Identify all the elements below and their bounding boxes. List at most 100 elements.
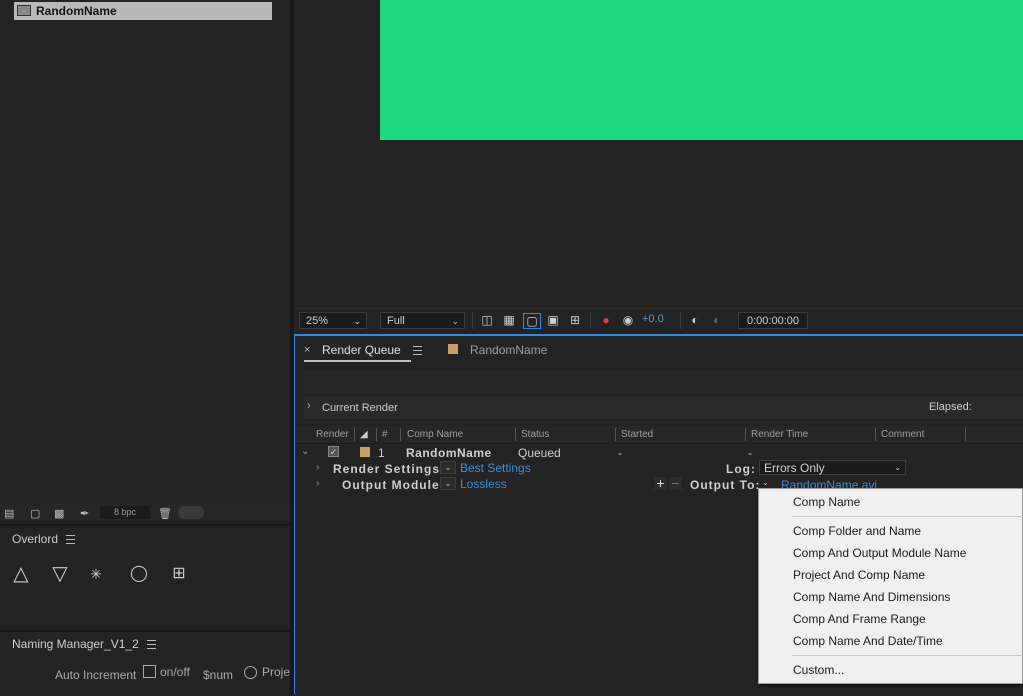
chevron-right-icon[interactable]: ›: [307, 400, 311, 412]
output-module-dropdown[interactable]: ⌄: [440, 477, 456, 490]
tab-composition[interactable]: RandomName: [470, 343, 547, 357]
render-settings-link[interactable]: Best Settings: [460, 461, 531, 475]
current-render-label: Current Render: [322, 402, 398, 414]
interpret-footage-icon[interactable]: ▤: [4, 507, 14, 520]
close-icon[interactable]: ×: [304, 344, 310, 356]
new-composition-icon[interactable]: ▩: [54, 507, 64, 520]
output-to-label: Output To:: [690, 478, 761, 492]
chevron-right-icon[interactable]: ›: [316, 478, 319, 489]
item-comp-name[interactable]: RandomName: [406, 446, 492, 460]
panel-menu-icon[interactable]: [412, 346, 422, 355]
elapsed-label: Elapsed:: [929, 401, 972, 413]
col-num[interactable]: #: [382, 429, 388, 440]
channel-icon[interactable]: ●: [598, 313, 614, 327]
column-divider[interactable]: [745, 428, 746, 441]
tab-render-queue[interactable]: Render Queue: [322, 343, 422, 357]
grid-guides-icon[interactable]: ⊞: [567, 313, 583, 327]
auto-increment-label: Auto Increment: [55, 668, 137, 682]
panel-menu-icon[interactable]: [66, 535, 76, 544]
mask-visibility-icon[interactable]: ▢: [523, 313, 541, 329]
column-divider[interactable]: [875, 428, 876, 441]
transparency-grid-icon[interactable]: ▦: [501, 313, 517, 327]
menu-item-comp-and-output-module-name[interactable]: Comp And Output Module Name: [793, 546, 966, 560]
menu-item-comp-and-frame-range[interactable]: Comp And Frame Range: [793, 612, 926, 626]
column-divider[interactable]: [376, 428, 377, 441]
project-panel: [0, 0, 290, 503]
col-started[interactable]: Started: [621, 429, 653, 440]
project-radio[interactable]: [244, 666, 257, 679]
chevron-down-icon[interactable]: ⌄: [301, 446, 309, 457]
overlord-title-text: Overlord: [12, 532, 59, 546]
push-down-icon[interactable]: ▽: [47, 562, 73, 586]
chevron-down-icon: ⌄: [894, 463, 901, 472]
column-divider[interactable]: [400, 428, 401, 441]
onoff-label: on/off: [160, 665, 190, 679]
project-item-row[interactable]: RandomName: [14, 2, 272, 20]
flowchart-toggle[interactable]: [178, 506, 204, 519]
resolution-select[interactable]: Full ⌄: [380, 312, 465, 329]
zoom-value: 25%: [306, 315, 329, 327]
add-output-module-button[interactable]: +: [654, 476, 667, 490]
pen-icon[interactable]: ✒: [80, 507, 89, 520]
menu-item-comp-name[interactable]: Comp Name: [793, 495, 860, 509]
show-snapshot-icon[interactable]: ◐: [709, 313, 725, 327]
output-module-link[interactable]: Lossless: [460, 477, 507, 491]
toolbar-divider: [590, 312, 591, 329]
naming-manager-title-text: Naming Manager_V1_2: [12, 637, 139, 651]
menu-item-comp-name-and-dimensions[interactable]: Comp Name And Dimensions: [793, 590, 950, 604]
menu-separator: [792, 655, 1023, 656]
render-settings-dropdown[interactable]: ⌄: [440, 461, 456, 474]
timecode-display[interactable]: 0:00:00:00: [738, 312, 808, 329]
exposure-value[interactable]: +0.0: [642, 313, 664, 325]
menu-item-custom[interactable]: Custom...: [793, 663, 844, 677]
composition-icon: [17, 5, 31, 16]
panel-menu-icon[interactable]: [146, 640, 156, 649]
menu-item-comp-name-and-date-time[interactable]: Comp Name And Date/Time: [793, 634, 943, 648]
output-to-dropdown[interactable]: ⌄: [762, 478, 769, 487]
col-render[interactable]: Render: [316, 429, 349, 440]
menu-separator: [792, 516, 1023, 517]
exposure-reset-icon[interactable]: ◉: [620, 313, 636, 327]
col-comp-name[interactable]: Comp Name: [407, 429, 463, 440]
shape-icon[interactable]: ◯: [126, 562, 152, 586]
add-layer-icon[interactable]: ⊞: [166, 562, 192, 586]
output-module-label: Output Module: [342, 478, 440, 492]
column-divider[interactable]: [354, 428, 355, 441]
snapshot-camera-icon[interactable]: ◐: [687, 313, 703, 327]
onoff-checkbox[interactable]: [143, 665, 156, 678]
remove-output-module-button[interactable]: −: [669, 476, 682, 490]
column-divider[interactable]: [515, 428, 516, 441]
item-render-time: -: [748, 446, 752, 460]
col-status[interactable]: Status: [521, 429, 549, 440]
chevron-down-icon: ⌄: [353, 316, 361, 326]
fast-preview-icon[interactable]: ◫: [479, 313, 495, 327]
active-tab-indicator: [304, 360, 411, 362]
toolbar-divider: [680, 312, 681, 329]
current-render-row[interactable]: [304, 397, 1023, 419]
resolution-value: Full: [387, 315, 405, 327]
composition-label-swatch: [448, 344, 458, 354]
item-number: 1: [378, 446, 385, 460]
column-divider[interactable]: [965, 428, 966, 441]
composition-canvas[interactable]: [380, 0, 1023, 140]
bit-depth-button[interactable]: 8 bpc: [100, 506, 150, 519]
column-divider[interactable]: [615, 428, 616, 441]
col-render-time[interactable]: Render Time: [751, 429, 808, 440]
explode-icon[interactable]: ✳: [83, 562, 109, 586]
naming-manager-title: Naming Manager_V1_2: [12, 637, 156, 651]
item-label-swatch[interactable]: [360, 447, 370, 457]
push-up-icon[interactable]: △: [8, 562, 34, 586]
item-started: -: [618, 446, 622, 460]
menu-item-comp-folder-and-name[interactable]: Comp Folder and Name: [793, 524, 921, 538]
label-tag-icon[interactable]: ◢: [360, 429, 368, 440]
col-comment[interactable]: Comment: [881, 429, 924, 440]
region-of-interest-icon[interactable]: ▣: [545, 313, 561, 327]
trash-icon[interactable]: 🗑: [158, 507, 172, 520]
zoom-select[interactable]: 25% ⌄: [299, 312, 367, 329]
chevron-right-icon[interactable]: ›: [316, 462, 319, 473]
menu-item-project-and-comp-name[interactable]: Project And Comp Name: [793, 568, 925, 582]
log-select[interactable]: Errors Only ⌄: [759, 460, 906, 475]
item-status: Queued: [518, 446, 561, 460]
new-folder-icon[interactable]: ▢: [30, 507, 40, 520]
render-checkbox[interactable]: ✓: [328, 446, 339, 457]
